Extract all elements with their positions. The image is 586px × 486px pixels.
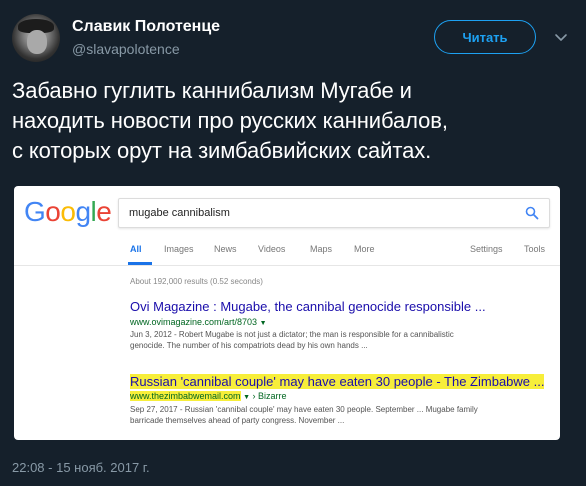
result-url: www.thezimbabwemail.com ▼ › Bizarre	[130, 391, 287, 401]
tweet-text: Забавно гуглить каннибализм Мугабе и нах…	[12, 76, 574, 166]
snippet-line: Sep 27, 2017 - Russian 'cannibal couple'…	[130, 405, 478, 414]
search-icon	[525, 206, 539, 220]
chevron-down-icon[interactable]	[552, 28, 570, 46]
snippet-line: genocide. The number of his compatriots …	[130, 341, 368, 350]
follow-button[interactable]: Читать	[434, 20, 536, 54]
avatar-face	[27, 30, 47, 54]
tab-videos: Videos	[258, 244, 286, 254]
google-logo: Google	[24, 196, 112, 228]
tab-tools: Tools	[524, 244, 546, 254]
logo-letter: o	[45, 196, 61, 227]
author-name[interactable]: Славик Полотенце	[72, 18, 220, 36]
snippet-line: barricade themselves ahead of party cong…	[130, 416, 345, 425]
result-title: Russian 'cannibal couple' may have eaten…	[130, 374, 545, 389]
snippet-line: Jun 3, 2012 - Robert Mugabe is not just …	[130, 330, 454, 339]
tweet-text-line: Забавно гуглить каннибализм Мугабе и	[12, 78, 412, 103]
search-query: mugabe cannibalism	[129, 207, 230, 219]
result-title-text: Russian 'cannibal couple' may have eaten…	[130, 374, 545, 389]
logo-letter: g	[75, 196, 91, 227]
result-stats: About 192,000 results (0.52 seconds)	[130, 277, 263, 286]
avatar[interactable]	[12, 14, 60, 62]
result-url-text: www.thezimbabwemail.com	[130, 391, 241, 401]
author-handle[interactable]: @slavapolotence	[72, 41, 180, 57]
result-url-extra: › Bizarre	[252, 391, 287, 401]
tab-more: More	[354, 244, 375, 254]
tab-images: Images	[164, 244, 194, 254]
logo-letter: o	[60, 196, 76, 227]
search-tabs: All Images News Videos Maps More Setting…	[130, 244, 550, 266]
tweet-timestamp[interactable]: 22:08 - 15 нояб. 2017 г.	[12, 460, 150, 475]
tab-news: News	[214, 244, 237, 254]
logo-letter: G	[24, 196, 46, 227]
tweet-header: Славик Полотенце @slavapolotence Читать	[12, 14, 574, 62]
result-snippet: Jun 3, 2012 - Robert Mugabe is not just …	[130, 329, 530, 351]
caret-down-icon: ▼	[259, 320, 267, 327]
search-box: mugabe cannibalism	[118, 198, 550, 228]
result-title: Ovi Magazine : Mugabe, the cannibal geno…	[130, 299, 486, 314]
caret-down-icon: ▼	[243, 394, 250, 401]
tab-settings: Settings	[470, 244, 503, 254]
tab-maps: Maps	[310, 244, 333, 254]
result-url: www.ovimagazine.com/art/8703 ▼	[130, 317, 267, 327]
tweet-text-line: находить новости про русских каннибалов,	[12, 108, 448, 133]
result-snippet: Sep 27, 2017 - Russian 'cannibal couple'…	[130, 404, 530, 426]
attached-image[interactable]: Google mugabe cannibalism All Images New…	[14, 186, 560, 440]
tab-all: All	[130, 244, 142, 254]
tweet-text-line: с которых орут на зимбабвийских сайтах.	[12, 138, 432, 163]
result-url-text: www.ovimagazine.com/art/8703	[130, 317, 258, 327]
logo-letter: e	[96, 196, 112, 227]
divider	[14, 265, 560, 266]
